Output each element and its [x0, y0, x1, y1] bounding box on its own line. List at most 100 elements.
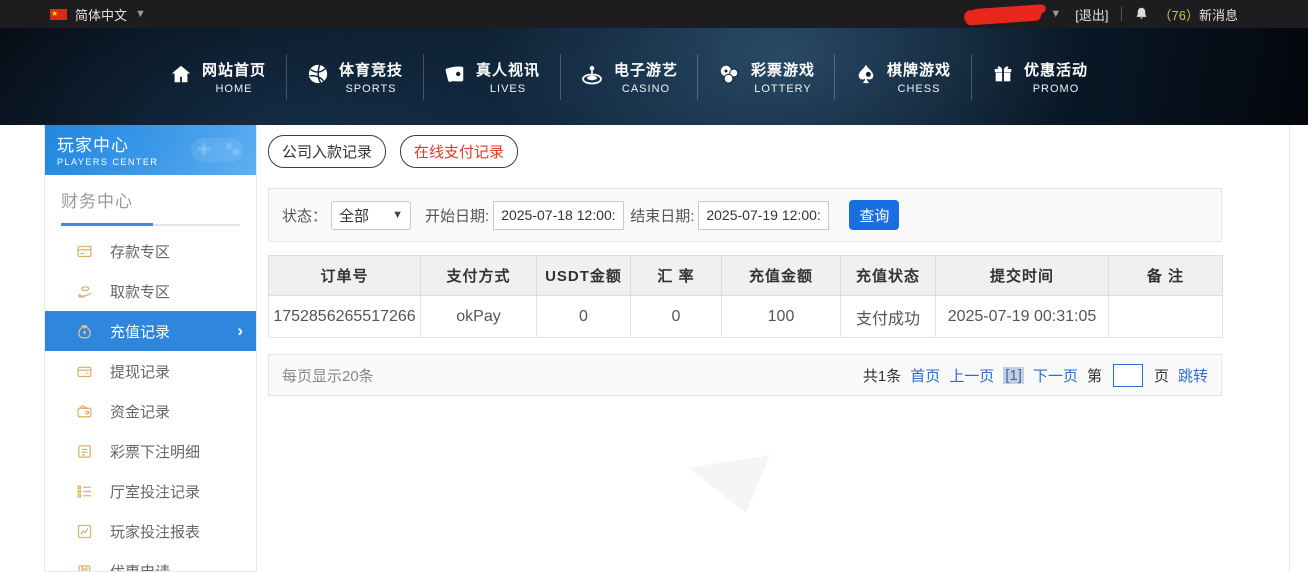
tab-company-deposit-records[interactable]: 公司入款记录: [268, 135, 387, 168]
nav-item-casino[interactable]: 电子游艺 CASINO: [561, 59, 697, 95]
chart-icon: [75, 523, 93, 540]
nav-label-zh: 棋牌游戏: [886, 61, 951, 79]
nav-label-zh: 网站首页: [201, 61, 266, 79]
col-pay-method: 支付方式: [420, 255, 537, 296]
col-order-no: 订单号: [268, 255, 421, 296]
sidebar-item-deposit[interactable]: 存款专区: [45, 231, 256, 271]
sidebar-item-label: 优惠申请: [110, 563, 171, 572]
section-underline: [61, 223, 240, 226]
nav-label-en: HOME: [215, 82, 253, 95]
nav-label-en: PROMO: [1032, 82, 1080, 95]
table-row: 1752856265517266 okPay 0 0 100 支付成功 2025…: [268, 295, 1223, 338]
sidebar-item-label: 提现记录: [110, 363, 171, 381]
records-table: 订单号 支付方式 USDT金额 汇 率 充值金额 充值状态 提交时间 备 注 1…: [268, 255, 1223, 338]
record-tabs: 公司入款记录 在线支付记录: [268, 135, 1222, 168]
nav-label-zh: 彩票游戏: [750, 61, 815, 79]
query-button[interactable]: 查询: [849, 200, 900, 230]
sidebar-item-label: 彩票下注明细: [110, 443, 201, 461]
document-icon: [75, 443, 93, 460]
top-bar: ★ 简体中文 ▼ ▼ [退出] （76） 新消息: [0, 0, 1308, 28]
joystick-icon: [580, 62, 604, 91]
lottery-balls-icon: [717, 62, 741, 91]
sidebar-item-label: 取款专区: [110, 283, 171, 301]
message-label[interactable]: 新消息: [1199, 5, 1238, 24]
status-select[interactable]: 全部 ▼: [331, 200, 412, 230]
chevron-down-icon: ▼: [392, 209, 404, 221]
sidebar-section-finance: 财务中心: [45, 175, 256, 226]
nav-label-zh: 真人视讯: [475, 61, 540, 79]
chevron-right-icon: ›: [237, 321, 243, 340]
sidebar-item-promo-apply[interactable]: 优惠申请: [45, 551, 256, 572]
nav-label-en: LIVES: [489, 82, 527, 95]
cell-status: 支付成功: [840, 295, 936, 338]
nav-label-en: CHESS: [897, 82, 941, 95]
sidebar-header: 玩家中心 PLAYERS CENTER: [45, 125, 256, 175]
nav-label-en: SPORTS: [345, 82, 397, 95]
list-icon: [75, 483, 93, 500]
redacted-username[interactable]: [964, 4, 1043, 24]
sidebar-item-funds-records[interactable]: 资金记录: [45, 391, 256, 431]
topbar-right: ▼ [退出] （76） 新消息: [964, 4, 1238, 24]
first-page-link[interactable]: 首页: [910, 365, 940, 386]
nav-item-lives[interactable]: 真人视讯 LIVES: [424, 59, 560, 95]
section-title: 财务中心: [61, 192, 133, 211]
col-status: 充值状态: [840, 255, 936, 296]
hand-money-icon: [75, 283, 93, 300]
nav-item-promo[interactable]: 优惠活动 PROMO: [972, 59, 1108, 95]
divider: [1120, 7, 1122, 21]
main-nav: 网站首页 HOME 体育竞技 SPORTS 真人视讯 LIVES 电子游艺 CASINO: [0, 28, 1308, 125]
end-date-label: 结束日期:: [630, 207, 695, 225]
sidebar-item-player-bet-report[interactable]: 玩家投注报表: [45, 511, 256, 551]
sidebar-item-label: 玩家投注报表: [110, 523, 201, 541]
filter-bar: 状态： 全部 ▼ 开始日期: 结束日期: 查询: [268, 188, 1222, 242]
start-date-label: 开始日期:: [425, 207, 490, 225]
end-date-input[interactable]: [698, 200, 830, 230]
total-count: 共1条: [862, 367, 902, 385]
next-page-link[interactable]: 下一页: [1033, 365, 1078, 386]
nav-label-zh: 电子游艺: [613, 61, 678, 79]
sidebar-item-lottery-bet-details[interactable]: 彩票下注明细: [45, 431, 256, 471]
sidebar-item-recharge-records[interactable]: 充值记录 ›: [45, 311, 256, 351]
sidebar-item-label: 存款专区: [110, 243, 171, 261]
home-icon: [170, 63, 192, 90]
logout-button[interactable]: [退出]: [1075, 5, 1108, 24]
coupon-icon: [75, 563, 93, 571]
gift-icon: [992, 63, 1014, 90]
message-count[interactable]: （76）: [1159, 5, 1199, 24]
cell-usdt-amount: 0: [536, 295, 631, 338]
right-border-line: [1289, 125, 1290, 572]
sidebar-item-withdraw[interactable]: 取款专区: [45, 271, 256, 311]
sidebar-item-withdrawal-records[interactable]: 提现记录: [45, 351, 256, 391]
bell-icon[interactable]: [1134, 6, 1149, 22]
nav-item-home[interactable]: 网站首页 HOME: [150, 59, 286, 95]
page-jump-input[interactable]: [1112, 363, 1143, 387]
page: ★ 简体中文 ▼ ▼ [退出] （76） 新消息 网站首页 HOME 体育竞技 …: [0, 0, 1308, 572]
cell-submit-time: 2025-07-19 00:31:05: [935, 295, 1109, 338]
nav-item-lottery[interactable]: 彩票游戏 LOTTERY: [698, 59, 834, 95]
background-watermark: [688, 455, 770, 513]
nav-item-chess[interactable]: 棋牌游戏 CHESS: [835, 59, 971, 95]
prev-page-link[interactable]: 上一页: [949, 365, 994, 386]
sidebar-item-label: 厅室投注记录: [110, 483, 201, 501]
nav-label-en: CASINO: [621, 82, 671, 95]
start-date-input[interactable]: [493, 200, 625, 230]
tab-online-payment-records[interactable]: 在线支付记录: [400, 135, 519, 168]
jump-prefix-label: 第: [1086, 367, 1102, 385]
wallet-icon: [75, 363, 93, 380]
spade-icon: [855, 63, 877, 90]
cards-icon: [444, 63, 466, 90]
col-remark: 备 注: [1108, 255, 1223, 296]
nav-item-sports[interactable]: 体育竞技 SPORTS: [287, 59, 423, 95]
cell-order-no: 1752856265517266: [268, 295, 421, 338]
nav-label-en: LOTTERY: [754, 82, 812, 95]
pager: 共1条 首页 上一页 [1] 下一页 第 页 跳转: [862, 363, 1208, 387]
col-amount: 充值金额: [721, 255, 841, 296]
jump-button[interactable]: 跳转: [1178, 365, 1208, 386]
sidebar-menu: 存款专区 取款专区 充值记录 › 提现记录 资金记录 彩票下注明细 厅室投注记录…: [45, 231, 256, 572]
language-selector[interactable]: ★ 简体中文 ▼: [50, 5, 146, 24]
gamepad-icon: [187, 130, 247, 173]
sidebar-item-room-bet-records[interactable]: 厅室投注记录: [45, 471, 256, 511]
jump-suffix-label: 页: [1153, 367, 1169, 385]
cell-remark: [1108, 295, 1223, 338]
sidebar: 玩家中心 PLAYERS CENTER 财务中心 存款专区 取款专区 充值记录 …: [44, 125, 257, 572]
